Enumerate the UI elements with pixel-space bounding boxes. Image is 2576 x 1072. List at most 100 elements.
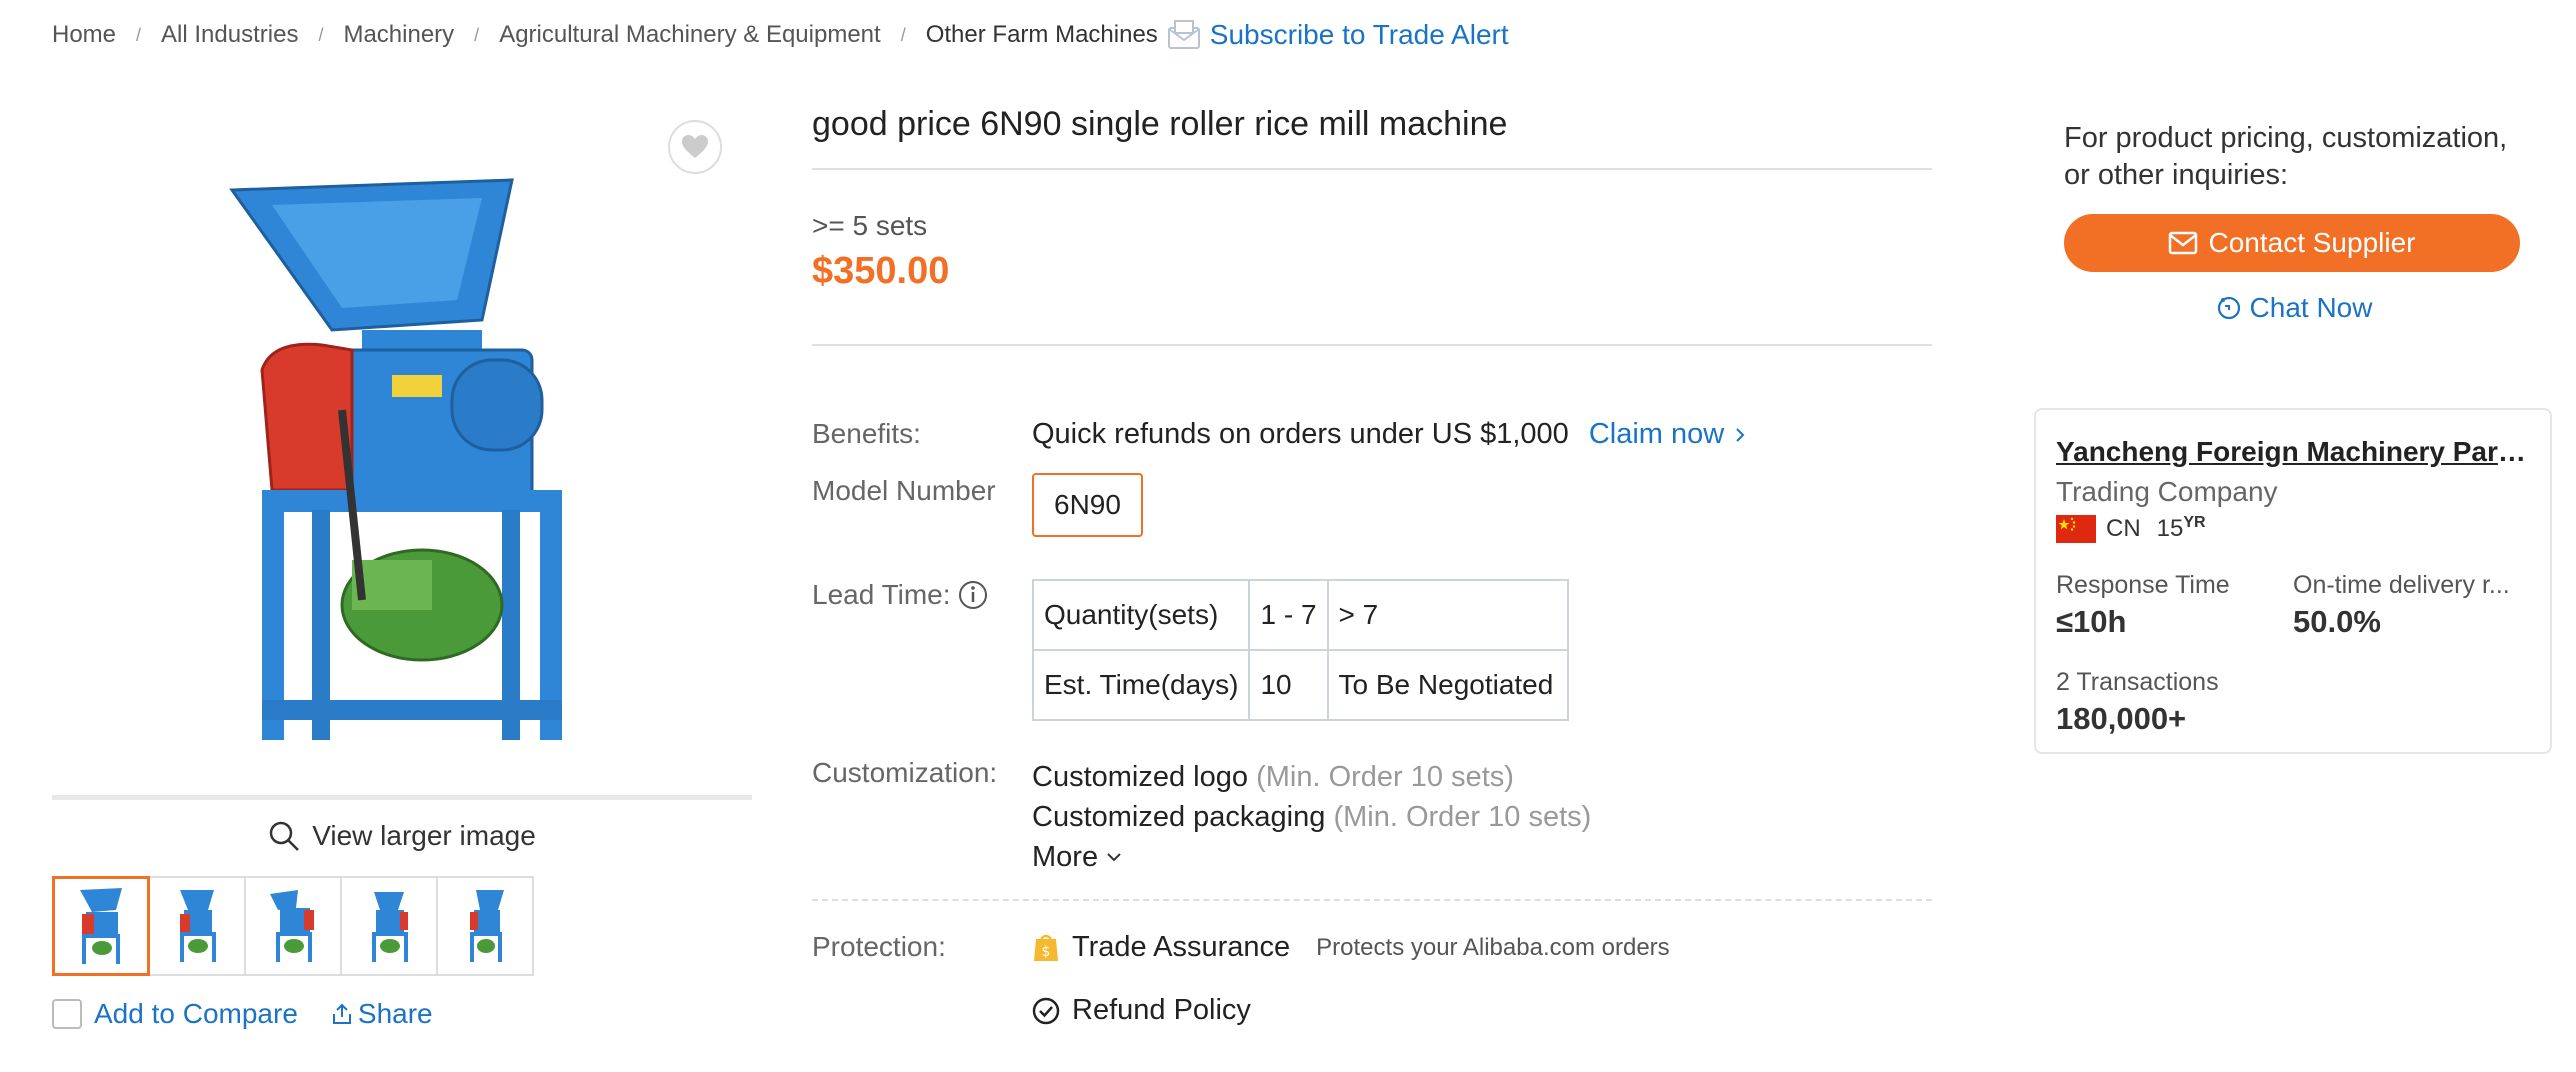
chat-now-label: Chat Now <box>2249 292 2373 323</box>
breadcrumb-separator: / <box>900 24 906 45</box>
inquiry-text: For product pricing, customization, or o… <box>2064 122 2508 191</box>
view-larger-image-button[interactable]: View larger image <box>52 820 752 852</box>
product-title: good price 6N90 single roller rice mill … <box>812 100 1932 170</box>
table-row: Quantity(sets) 1 - 7 > 7 <box>1031 579 1569 651</box>
supplier-stats: Response Time ≤10h On-time delivery r...… <box>2056 571 2530 640</box>
subscribe-label: Subscribe to Trade Alert <box>1209 19 1509 50</box>
customization-note: (Min. Order 10 sets) <box>1333 801 1592 833</box>
thumbnail[interactable] <box>148 876 246 976</box>
share-label: Share <box>357 998 433 1029</box>
thumbnail-strip <box>52 876 752 976</box>
benefits-row: Benefits: Quick refunds on orders under … <box>812 418 1932 451</box>
favorite-button[interactable] <box>668 120 722 174</box>
protection-row: Protection: $ Trade Assurance Protects y… <box>812 931 1932 1027</box>
table-cell: To Be Negotiated <box>1326 649 1569 721</box>
country-code: CN <box>2106 514 2141 542</box>
stat-value: ≤10h <box>2056 604 2127 639</box>
chevron-down-icon <box>1107 853 1121 862</box>
breadcrumb-other-farm-machines[interactable]: Other Farm Machines <box>926 21 1158 49</box>
breadcrumb-home[interactable]: Home <box>52 21 116 49</box>
view-larger-label: View larger image <box>312 820 536 851</box>
transactions-label: 2 Transactions <box>2056 668 2219 696</box>
thumbnail-image <box>470 890 504 962</box>
thumbnail[interactable] <box>436 876 534 976</box>
protection-list: $ Trade Assurance Protects your Alibaba.… <box>1032 931 1670 1027</box>
customization-row: Customization: Customized logo (Min. Ord… <box>812 757 1932 877</box>
transactions-value: 180,000+ <box>2056 701 2187 736</box>
breadcrumb-agricultural[interactable]: Agricultural Machinery & Equipment <box>499 21 881 49</box>
company-name-link[interactable]: Yancheng Foreign Machinery Parts ... <box>2056 436 2530 468</box>
model-number-row: Model Number 6N90 <box>812 473 1932 537</box>
thumbnail-image <box>270 890 314 962</box>
trade-assurance-label: Trade Assurance <box>1072 931 1291 963</box>
chevron-right-icon <box>1736 427 1745 442</box>
divider <box>812 899 1932 901</box>
table-cell: 1 - 7 <box>1248 579 1329 651</box>
trade-assurance-icon: $ <box>1034 934 1058 961</box>
stat-label: On-time delivery r... <box>2293 571 2510 599</box>
more-button[interactable]: More <box>1032 837 1591 877</box>
svg-text:$: $ <box>1042 944 1051 960</box>
info-icon[interactable] <box>957 579 989 611</box>
customization-name: Customized logo <box>1032 761 1248 793</box>
years-unit: YR <box>2183 514 2206 531</box>
chat-icon <box>2217 296 2240 320</box>
claim-now-label: Claim now <box>1588 418 1725 450</box>
claim-now-link[interactable]: Claim now <box>1589 418 1746 451</box>
main-product-image[interactable] <box>52 100 752 800</box>
list-item: Customized packaging (Min. Order 10 sets… <box>1032 797 1591 837</box>
breadcrumb-separator: / <box>318 24 324 45</box>
thumbnail[interactable] <box>52 876 150 976</box>
more-label: More <box>1032 841 1099 873</box>
stat-transactions: 2 Transactions 180,000+ <box>2056 668 2530 737</box>
contact-supplier-button[interactable]: Contact Supplier <box>2064 214 2520 272</box>
customization-name: Customized packaging <box>1032 801 1326 833</box>
breadcrumb-separator: / <box>474 24 480 45</box>
thumbnail[interactable] <box>340 876 438 976</box>
product-gallery: View larger image Add to Compare Share <box>52 100 752 1030</box>
customization-label: Customization: <box>812 757 998 788</box>
heart-icon <box>682 135 708 158</box>
table-cell: Quantity(sets) <box>1031 579 1251 651</box>
envelope-icon <box>1167 20 1200 49</box>
stat-response-time: Response Time ≤10h <box>2056 571 2293 640</box>
supplier-card: Yancheng Foreign Machinery Parts ... Tra… <box>2034 408 2552 754</box>
refund-policy-line: Refund Policy <box>1032 994 1670 1027</box>
protection-label: Protection: <box>812 931 946 962</box>
breadcrumb-machinery[interactable]: Machinery <box>343 21 454 49</box>
model-option[interactable]: 6N90 <box>1032 473 1143 537</box>
table-row: Est. Time(days) 10 To Be Negotiated <box>1031 649 1569 721</box>
trade-assurance-note: Protects your Alibaba.com orders <box>1316 933 1670 961</box>
model-number-label: Model Number <box>812 475 996 506</box>
gallery-actions: Add to Compare Share <box>52 998 752 1030</box>
price-quantity: >= 5 sets <box>812 210 928 241</box>
china-flag-icon <box>2056 514 2096 543</box>
customization-note: (Min. Order 10 sets) <box>1256 761 1514 793</box>
customization-list: Customized logo (Min. Order 10 sets) Cus… <box>1032 757 1591 877</box>
price-value: $350.00 <box>812 250 950 292</box>
stat-label: Response Time <box>2056 571 2230 599</box>
thumbnail[interactable] <box>244 876 342 976</box>
breadcrumb-all-industries[interactable]: All Industries <box>161 21 298 49</box>
price-block: >= 5 sets $350.00 <box>812 170 1932 346</box>
benefits-label: Benefits: <box>812 418 921 449</box>
subscribe-trade-alert-link[interactable]: Subscribe to Trade Alert <box>1167 19 1509 51</box>
contact-supplier-label: Contact Supplier <box>2208 227 2416 258</box>
chat-now-button[interactable]: Chat Now <box>2064 292 2524 324</box>
lead-time-row: Lead Time: Quantity(sets) 1 - 7 > 7 Est.… <box>812 579 1932 721</box>
share-button[interactable]: Share <box>330 998 433 1030</box>
stat-on-time-delivery: On-time delivery r... 50.0% <box>2293 571 2530 640</box>
table-cell: Est. Time(days) <box>1031 649 1251 721</box>
stat-value: 50.0% <box>2293 604 2381 639</box>
table-cell: 10 <box>1248 649 1329 721</box>
magnifier-icon <box>269 821 300 851</box>
product-info: good price 6N90 single roller rice mill … <box>812 100 1932 1027</box>
compare-checkbox[interactable] <box>52 999 82 1029</box>
benefits-text: Quick refunds on orders under US $1,000 <box>1032 418 1569 450</box>
add-to-compare-label[interactable]: Add to Compare <box>94 998 298 1030</box>
lead-time-table: Quantity(sets) 1 - 7 > 7 Est. Time(days)… <box>1031 579 1569 721</box>
thumbnail-image <box>180 890 216 962</box>
thumbnail-image <box>80 888 122 964</box>
supplier-contact-panel: For product pricing, customization, or o… <box>2064 120 2524 324</box>
share-icon <box>332 1003 351 1024</box>
